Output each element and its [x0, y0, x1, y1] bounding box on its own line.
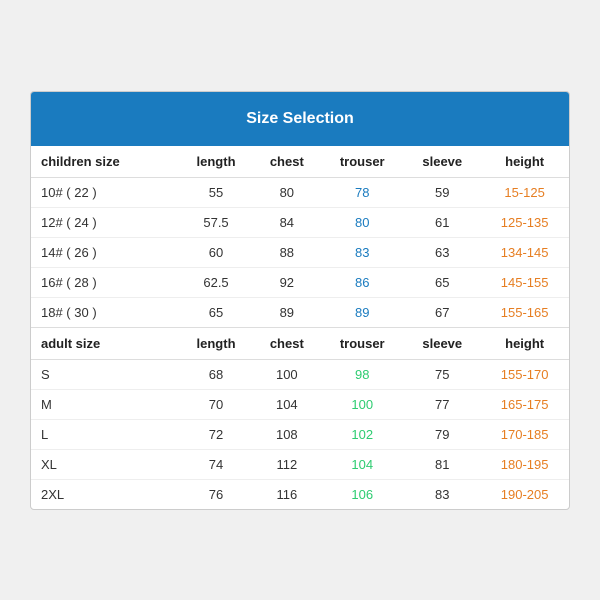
cell-size: S [31, 359, 179, 389]
cell-length: 62.5 [179, 267, 254, 297]
adult-col-length: length [179, 327, 254, 359]
col-header-sleeve: sleeve [404, 146, 480, 178]
col-header-length: length [179, 146, 254, 178]
adult-table-row: 2XL 76 116 106 83 190-205 [31, 479, 569, 509]
cell-size: 12# ( 24 ) [31, 207, 179, 237]
adult-col-sleeve: sleeve [404, 327, 480, 359]
cell-size: XL [31, 449, 179, 479]
cell-trouser: 80 [320, 207, 404, 237]
cell-trouser: 89 [320, 297, 404, 327]
cell-size: 14# ( 26 ) [31, 237, 179, 267]
adult-section-header: adult size length chest trouser sleeve h… [31, 327, 569, 359]
cell-size: 10# ( 22 ) [31, 177, 179, 207]
cell-length: 76 [179, 479, 254, 509]
col-header-height: height [480, 146, 569, 178]
card-header: Size Selection [31, 92, 569, 146]
cell-height: 180-195 [480, 449, 569, 479]
cell-trouser: 86 [320, 267, 404, 297]
cell-length: 55 [179, 177, 254, 207]
cell-height: 134-145 [480, 237, 569, 267]
cell-length: 70 [179, 389, 254, 419]
col-header-size: children size [31, 146, 179, 178]
cell-chest: 116 [253, 479, 320, 509]
adult-col-height: height [480, 327, 569, 359]
cell-chest: 80 [253, 177, 320, 207]
cell-length: 74 [179, 449, 254, 479]
cell-height: 165-175 [480, 389, 569, 419]
cell-sleeve: 65 [404, 267, 480, 297]
cell-height: 170-185 [480, 419, 569, 449]
cell-trouser: 102 [320, 419, 404, 449]
cell-chest: 89 [253, 297, 320, 327]
table-header-row: children size length chest trouser sleev… [31, 146, 569, 178]
col-header-chest: chest [253, 146, 320, 178]
cell-sleeve: 59 [404, 177, 480, 207]
cell-sleeve: 77 [404, 389, 480, 419]
cell-size: 2XL [31, 479, 179, 509]
card-title: Size Selection [246, 110, 354, 127]
cell-trouser: 106 [320, 479, 404, 509]
cell-height: 155-165 [480, 297, 569, 327]
cell-trouser: 78 [320, 177, 404, 207]
cell-size: 18# ( 30 ) [31, 297, 179, 327]
children-table-row: 12# ( 24 ) 57.5 84 80 61 125-135 [31, 207, 569, 237]
cell-chest: 100 [253, 359, 320, 389]
cell-length: 72 [179, 419, 254, 449]
cell-length: 68 [179, 359, 254, 389]
cell-height: 15-125 [480, 177, 569, 207]
adult-col-chest: chest [253, 327, 320, 359]
cell-chest: 104 [253, 389, 320, 419]
cell-chest: 108 [253, 419, 320, 449]
adult-table-row: XL 74 112 104 81 180-195 [31, 449, 569, 479]
cell-trouser: 83 [320, 237, 404, 267]
cell-sleeve: 67 [404, 297, 480, 327]
cell-height: 145-155 [480, 267, 569, 297]
cell-sleeve: 75 [404, 359, 480, 389]
adult-size-label: adult size [31, 327, 179, 359]
cell-sleeve: 79 [404, 419, 480, 449]
children-table-row: 10# ( 22 ) 55 80 78 59 15-125 [31, 177, 569, 207]
adult-table-body: adult size length chest trouser sleeve h… [31, 327, 569, 509]
adult-col-trouser: trouser [320, 327, 404, 359]
children-table-row: 18# ( 30 ) 65 89 89 67 155-165 [31, 297, 569, 327]
cell-size: M [31, 389, 179, 419]
cell-height: 190-205 [480, 479, 569, 509]
cell-chest: 92 [253, 267, 320, 297]
cell-sleeve: 61 [404, 207, 480, 237]
adult-table-row: M 70 104 100 77 165-175 [31, 389, 569, 419]
children-table-row: 14# ( 26 ) 60 88 83 63 134-145 [31, 237, 569, 267]
size-table: children size length chest trouser sleev… [31, 146, 569, 509]
cell-height: 155-170 [480, 359, 569, 389]
cell-trouser: 100 [320, 389, 404, 419]
cell-trouser: 104 [320, 449, 404, 479]
cell-chest: 84 [253, 207, 320, 237]
cell-height: 125-135 [480, 207, 569, 237]
size-selection-card: Size Selection children size length ches… [30, 91, 570, 510]
cell-chest: 112 [253, 449, 320, 479]
cell-length: 60 [179, 237, 254, 267]
cell-length: 65 [179, 297, 254, 327]
cell-length: 57.5 [179, 207, 254, 237]
cell-chest: 88 [253, 237, 320, 267]
cell-sleeve: 83 [404, 479, 480, 509]
adult-table-row: S 68 100 98 75 155-170 [31, 359, 569, 389]
adult-table-row: L 72 108 102 79 170-185 [31, 419, 569, 449]
cell-size: L [31, 419, 179, 449]
cell-sleeve: 63 [404, 237, 480, 267]
children-table-body: 10# ( 22 ) 55 80 78 59 15-125 12# ( 24 )… [31, 177, 569, 327]
cell-sleeve: 81 [404, 449, 480, 479]
cell-trouser: 98 [320, 359, 404, 389]
children-table-row: 16# ( 28 ) 62.5 92 86 65 145-155 [31, 267, 569, 297]
col-header-trouser: trouser [320, 146, 404, 178]
cell-size: 16# ( 28 ) [31, 267, 179, 297]
